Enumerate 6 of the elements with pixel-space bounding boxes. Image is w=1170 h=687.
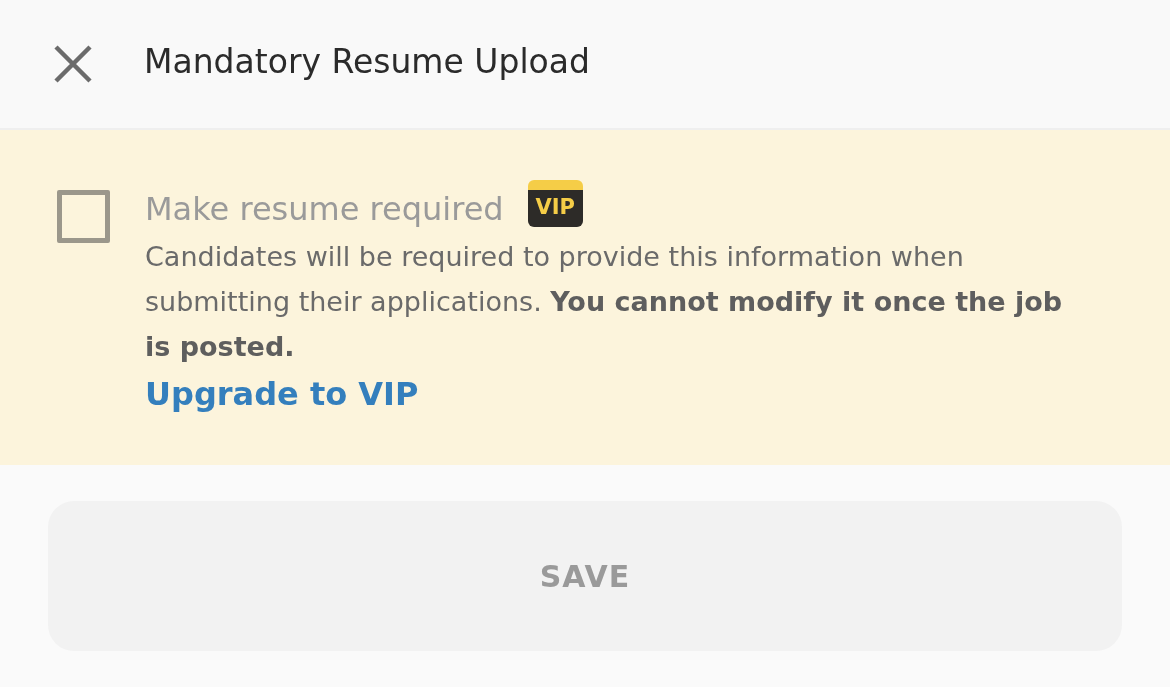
close-icon [54,45,92,83]
dialog-title: Mandatory Resume Upload [144,41,590,81]
close-button[interactable] [54,45,92,83]
checkbox-label: Make resume required [145,190,504,228]
vip-badge: VIP [527,179,583,227]
description-text: Candidates will be required to provide this information when submitting their applications. You cannot modify it once the job is posted. [145,240,1064,364]
